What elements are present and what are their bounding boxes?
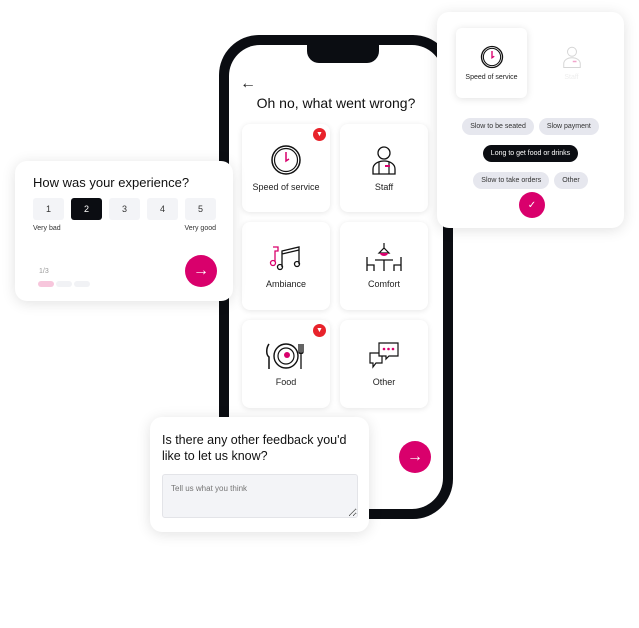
rating-2[interactable]: 2: [71, 198, 102, 220]
table-lamp-icon: [366, 243, 402, 271]
feedback-title: Is there any other feedback you'd like t…: [162, 433, 347, 463]
next-button[interactable]: →: [185, 255, 217, 287]
next-button[interactable]: →: [399, 441, 431, 473]
details-popup: Speed of service Staff Slow to be seated…: [437, 12, 624, 228]
arrow-right-icon: →: [193, 262, 209, 279]
thumbs-down-icon: ▼: [313, 324, 326, 337]
high-label: Very good: [184, 225, 216, 232]
category-other[interactable]: Other: [340, 320, 428, 408]
category-ambiance[interactable]: Ambiance: [242, 222, 330, 310]
rating-scale: 1 2 3 4 5: [33, 198, 216, 220]
category-label: Other: [372, 377, 396, 387]
clock-icon: [480, 45, 503, 69]
category-food[interactable]: ▼ Food: [242, 320, 330, 408]
category-label: Ambiance: [265, 279, 307, 289]
experience-title: How was your experience?: [33, 175, 190, 190]
chip-long-to-get-food[interactable]: Long to get food or drinks: [482, 145, 579, 162]
staff-icon: [372, 146, 396, 175]
category-speed-of-service[interactable]: ▼ Speed of service: [242, 124, 330, 212]
music-icon: [269, 246, 301, 271]
rating-1[interactable]: 1: [33, 198, 64, 220]
page-title: Oh no, what went wrong?: [256, 95, 416, 111]
feedback-card: Is there any other feedback you'd like t…: [150, 417, 369, 532]
progress-indicator: [38, 281, 90, 287]
category-label: Food: [275, 377, 297, 387]
category-staff[interactable]: Staff: [340, 124, 428, 212]
selected-category[interactable]: Speed of service: [456, 28, 527, 98]
category-label: Comfort: [367, 279, 400, 289]
chip-slow-payment[interactable]: Slow payment: [538, 118, 599, 135]
confirm-button[interactable]: ✓: [519, 192, 545, 218]
thumbs-down-icon: ▼: [313, 128, 326, 141]
phone-notch: [307, 45, 379, 63]
category-grid: ▼ Speed of service Staff Ambiance Comfor…: [242, 124, 428, 408]
category-comfort[interactable]: Comfort: [340, 222, 428, 310]
rating-5[interactable]: 5: [185, 198, 216, 220]
clock-icon: [271, 145, 301, 175]
chip-slow-to-be-seated[interactable]: Slow to be seated: [462, 118, 534, 135]
staff-icon: [562, 46, 581, 68]
arrow-right-icon: →: [407, 448, 423, 465]
chat-icon: [369, 342, 399, 369]
category-label: Speed of service: [465, 74, 518, 81]
chip-slow-to-take-orders[interactable]: Slow to take orders: [473, 172, 550, 189]
feedback-input[interactable]: [162, 474, 358, 518]
check-icon: ✓: [527, 199, 537, 211]
category-label: Speed of service: [252, 182, 320, 192]
rating-3[interactable]: 3: [109, 198, 140, 220]
step-counter: 1/3: [39, 268, 49, 275]
chip-other[interactable]: Other: [554, 172, 588, 189]
experience-card: How was your experience? 1 2 3 4 5 Very …: [15, 161, 233, 301]
low-label: Very bad: [33, 225, 61, 232]
arrow-left-icon[interactable]: ←: [240, 75, 256, 93]
plate-icon: [266, 343, 304, 369]
reason-chips: Slow to be seated Slow payment Long to g…: [447, 118, 614, 189]
category-label: Staff: [564, 74, 579, 81]
rating-4[interactable]: 4: [147, 198, 178, 220]
faded-category: Staff: [536, 28, 607, 98]
category-label: Staff: [374, 182, 394, 192]
